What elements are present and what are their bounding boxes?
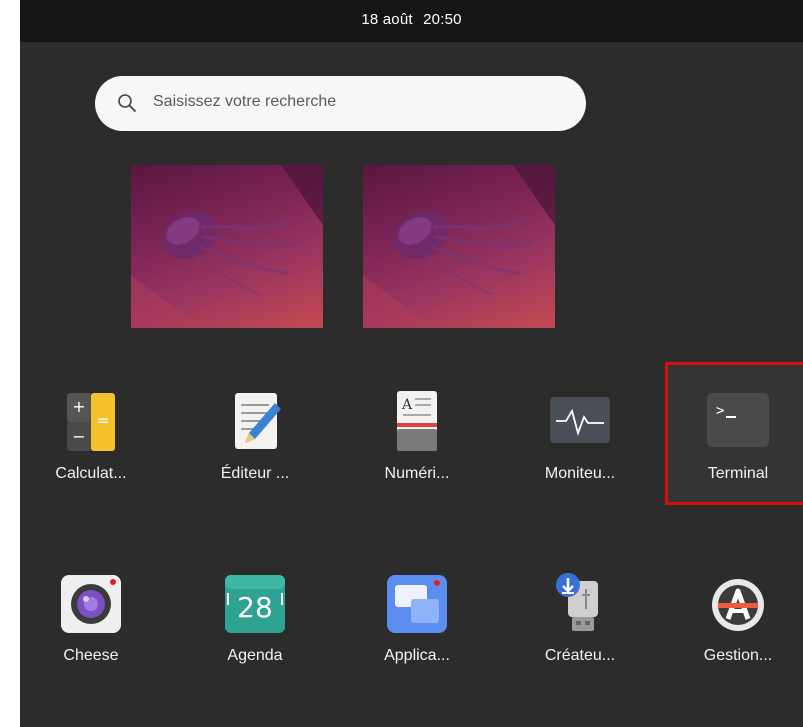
app-terminal[interactable]: > Terminal: [673, 365, 803, 515]
app-cheese[interactable]: Cheese: [26, 547, 156, 697]
clock-date: 18 août: [361, 11, 413, 28]
svg-text:−: −: [72, 427, 85, 446]
svg-text:=: =: [96, 411, 109, 430]
usb-creator-icon: [556, 573, 598, 631]
search-placeholder: Saisissez votre recherche: [153, 93, 337, 110]
calendar-icon: 28: [225, 575, 285, 633]
svg-text:+: +: [72, 397, 85, 416]
search-box[interactable]: Saisissez votre recherche: [95, 76, 586, 131]
software-manager-icon: [712, 579, 764, 631]
app-label: Applica...: [384, 647, 450, 664]
clock[interactable]: 18 août 20:50: [20, 11, 803, 28]
workspace-thumbnail-1[interactable]: [131, 165, 323, 328]
app-calculator[interactable]: + − = Calculat...: [26, 365, 156, 515]
activities-overview: 18 août 20:50 Saisissez votre recherche: [20, 0, 803, 727]
calculator-icon: + − =: [67, 393, 115, 451]
calendar-day: 28: [237, 591, 273, 624]
search-icon: [118, 94, 136, 112]
app-software-manager[interactable]: Gestion...: [673, 547, 803, 697]
app-label: Créateu...: [544, 647, 616, 664]
jellyfish-wallpaper-icon: [363, 165, 555, 328]
app-label: Agenda: [227, 647, 283, 664]
svg-text:A: A: [401, 397, 413, 413]
terminal-icon: >: [707, 393, 769, 447]
top-bar: 18 août 20:50: [20, 0, 803, 42]
app-label: Numéri...: [384, 465, 450, 482]
app-label: Calculat...: [55, 465, 127, 482]
text-editor-icon: [235, 393, 281, 449]
app-calendar[interactable]: 28 Agenda: [190, 547, 320, 697]
svg-text:>: >: [716, 403, 724, 419]
app-label: Moniteu...: [544, 465, 616, 482]
app-label: Gestion...: [703, 647, 773, 664]
workspace-thumbnail-2[interactable]: [363, 165, 555, 328]
app-text-editor[interactable]: Éditeur ...: [190, 365, 320, 515]
app-label: Terminal: [707, 465, 769, 482]
jellyfish-wallpaper-icon: [131, 165, 323, 328]
applications-icon: [387, 575, 447, 633]
app-usb-creator[interactable]: Créateu...: [515, 547, 645, 697]
system-monitor-icon: [550, 397, 610, 443]
document-scanner-icon: A: [397, 391, 437, 451]
app-document-scanner[interactable]: A Numéri...: [352, 365, 482, 515]
app-label: Éditeur ...: [220, 465, 290, 482]
app-applications[interactable]: Applica...: [352, 547, 482, 697]
clock-time: 20:50: [423, 11, 462, 28]
cheese-camera-icon: [61, 575, 121, 633]
app-system-monitor[interactable]: Moniteu...: [515, 365, 645, 515]
app-label: Cheese: [63, 647, 119, 664]
